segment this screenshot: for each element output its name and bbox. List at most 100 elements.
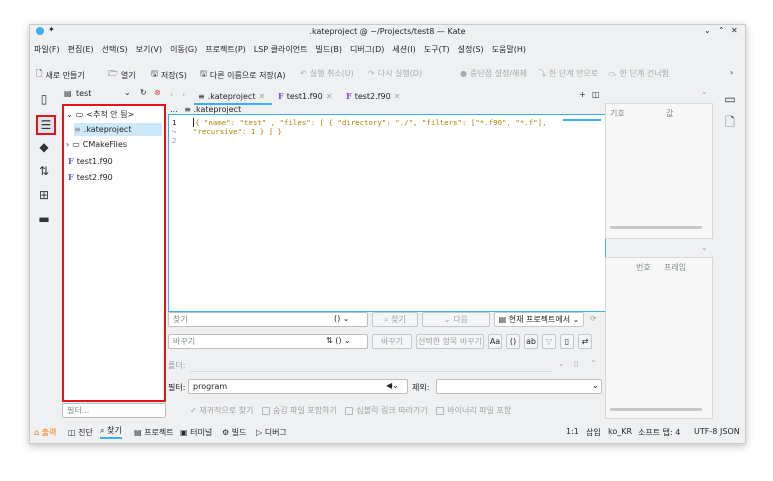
indentation[interactable]: 소프트 탭: 4	[638, 427, 680, 438]
tree-item-test2[interactable]: Ftest2.f90	[68, 172, 113, 182]
undo-button[interactable]: ↶ 실행 취소(U)	[300, 68, 354, 79]
close-icon[interactable]: ✕	[731, 26, 738, 35]
case-sensitive-icon[interactable]: Aa	[488, 334, 502, 349]
whole-word-icon[interactable]: ab	[524, 334, 538, 349]
tab-close-icon[interactable]: ✕	[326, 92, 333, 101]
maximize-icon[interactable]: ⌃	[718, 26, 725, 35]
folder-browse-icon[interactable]: ▯	[574, 359, 578, 368]
h-scrollbar[interactable]	[610, 408, 702, 411]
clear-filter-icon[interactable]: ◀⌄	[386, 381, 399, 390]
h-scrollbar[interactable]	[610, 226, 702, 229]
tree-item-cmakefiles[interactable]: › ▭ CMakeFiles	[66, 140, 127, 149]
menu-help[interactable]: 도움말(H)	[492, 45, 526, 54]
menu-debug[interactable]: 디버그(D)	[350, 45, 384, 54]
menu-tools[interactable]: 도구(T)	[424, 45, 450, 54]
split-view-icon[interactable]: ◫	[592, 90, 600, 99]
tab-terminal[interactable]: ▣ 터미널	[180, 427, 212, 438]
cursor-position[interactable]: 1:1	[566, 427, 579, 436]
tree-item-kateproject[interactable]: ≡ .kateproject	[74, 123, 162, 136]
folder-icon[interactable]: ▬	[36, 211, 52, 227]
tab-prev-icon[interactable]: ‹	[170, 90, 173, 99]
redo-button[interactable]: ↷ 다시 실행(D)	[368, 68, 422, 79]
git-icon[interactable]: ◆	[36, 139, 52, 155]
project-dropdown-icon[interactable]: ⌄	[124, 88, 131, 97]
save-icon: 🖫	[151, 69, 158, 78]
next-button[interactable]: ⌄ 다음	[422, 312, 490, 327]
dictionary-lang[interactable]: ko_KR	[608, 427, 632, 436]
menu-edit[interactable]: 편집(E)	[68, 45, 94, 54]
input-mode[interactable]: 삽입	[586, 427, 601, 438]
tab-search[interactable]: ⌕ 찾기	[100, 425, 122, 439]
tree-item-test1[interactable]: Ftest1.f90	[68, 156, 113, 166]
menu-settings[interactable]: 설정(S)	[458, 45, 484, 54]
reload-icon[interactable]: ↻	[140, 88, 147, 97]
panel-collapse-icon[interactable]: ⌄	[701, 87, 708, 96]
binary-checkbox[interactable]: 바이너리 파일 포함	[436, 406, 511, 415]
new-button[interactable]: 🗋 새로 만들기	[36, 68, 85, 82]
tab-diagnostics[interactable]: ◫ 진단	[68, 427, 93, 438]
document-search-icon[interactable]: 🗋	[722, 115, 738, 131]
filter-icon[interactable]: ▽	[542, 334, 556, 349]
tree-icon[interactable]: ⊞	[36, 187, 52, 203]
regex-icon[interactable]: ()	[506, 334, 520, 349]
title-bar: ✦ .kateproject @ ~/Projects/test8 — Kate…	[30, 25, 745, 39]
current-file-icon[interactable]: ▯	[560, 334, 574, 349]
tab-test2[interactable]: Ftest2.f90 ✕	[346, 89, 400, 103]
tab-close-icon[interactable]: ✕	[258, 92, 265, 101]
save-button[interactable]: 🖫 저장(S)	[151, 68, 187, 82]
folder-dropdown-icon[interactable]: ⌄	[558, 359, 565, 368]
scope-select[interactable]: ▤ 현재 프로젝트에서 ⌄	[494, 312, 584, 327]
filter-input[interactable]: program	[188, 379, 408, 394]
tab-test1[interactable]: Ftest1.f90 ✕	[278, 89, 332, 103]
tab-debug[interactable]: ▷ 디버그	[256, 427, 287, 438]
encoding[interactable]: UTF-8	[694, 427, 717, 436]
tab-project[interactable]: ▤ 프로젝트	[134, 427, 174, 438]
tab-build[interactable]: ⚙ 빌드	[222, 427, 246, 438]
replace-checked-button[interactable]: 선택한 항목 바꾸기	[416, 334, 484, 349]
tab-close-icon[interactable]: ✕	[394, 92, 401, 101]
exclude-dropdown-icon[interactable]: ⌄	[592, 381, 599, 390]
menu-lsp[interactable]: LSP 클라이언트	[254, 45, 308, 54]
close-project-icon[interactable]: ⊗	[154, 88, 161, 97]
breakpoint-button[interactable]: ● 중단점 설정/해제	[460, 68, 527, 79]
menu-build[interactable]: 빌드(B)	[315, 45, 341, 54]
toolbar-more-icon[interactable]: ›	[730, 68, 733, 77]
menu-project[interactable]: 프로젝트(P)	[205, 45, 246, 54]
project-name[interactable]: test	[76, 89, 91, 98]
hidden-files-checkbox[interactable]: 숨김 파일 포함하기	[261, 406, 337, 415]
find-button[interactable]: ⌕ 찾기	[372, 312, 418, 327]
tab-next-icon[interactable]: ›	[182, 90, 185, 99]
symbols-icon[interactable]: ⇅	[36, 163, 52, 179]
search-refresh-icon[interactable]: ⟳	[590, 314, 597, 323]
save-as-button[interactable]: 🖫 다른 이름으로 저장(A)	[200, 68, 286, 82]
regex-toggle-icon[interactable]: () ⌄	[334, 314, 350, 323]
minimize-icon[interactable]: ⌄	[704, 26, 711, 35]
open-button[interactable]: 🗁 열기	[108, 68, 136, 82]
step-over-button[interactable]: ⤼ 한 단계 건너뜀	[608, 68, 669, 79]
menu-select[interactable]: 선택(S)	[102, 45, 128, 54]
menu-view[interactable]: 보기(V)	[136, 45, 162, 54]
tree-root[interactable]: ⌄ ▭ <추적 안 됨>	[66, 109, 134, 120]
expand-options-icon[interactable]: ⇄	[578, 334, 592, 349]
tab-kateproject[interactable]: ≡ .kateproject ✕	[194, 89, 272, 105]
recursive-checkbox[interactable]: ✓ 재귀적으로 찾기	[190, 406, 253, 415]
exclude-input[interactable]	[436, 379, 602, 394]
step-into-button[interactable]: ⤵ 한 단계 안으로	[538, 68, 598, 79]
menu-session[interactable]: 세션(I)	[392, 45, 415, 54]
replace-options-icon[interactable]: ⇅ () ⌄	[326, 336, 351, 345]
new-tab-icon[interactable]: +	[579, 90, 586, 99]
tree-filter-input[interactable]: 필터...	[62, 403, 166, 418]
projects-icon[interactable]: ☰	[36, 115, 56, 135]
panel-toggle-icon[interactable]: ▭	[722, 91, 738, 107]
menu-go[interactable]: 이동(G)	[170, 45, 197, 54]
tab-output[interactable]: ⌂ 출력	[34, 427, 56, 438]
folder-input[interactable]	[190, 357, 552, 372]
replace-button[interactable]: 바꾸기	[372, 334, 412, 349]
editor[interactable]: 1 ↪ 2 { "name": "test" , "files": [ { "d…	[168, 114, 606, 312]
panel-collapse-icon-2[interactable]: ⌄	[701, 243, 708, 252]
symlink-checkbox[interactable]: 심볼릭 링크 따라가기	[345, 406, 428, 415]
folder-up-icon[interactable]: ⌃	[590, 359, 597, 368]
file-type[interactable]: JSON	[720, 427, 740, 436]
documents-icon[interactable]: ▯	[36, 91, 52, 107]
menu-file[interactable]: 파일(F)	[34, 45, 60, 54]
